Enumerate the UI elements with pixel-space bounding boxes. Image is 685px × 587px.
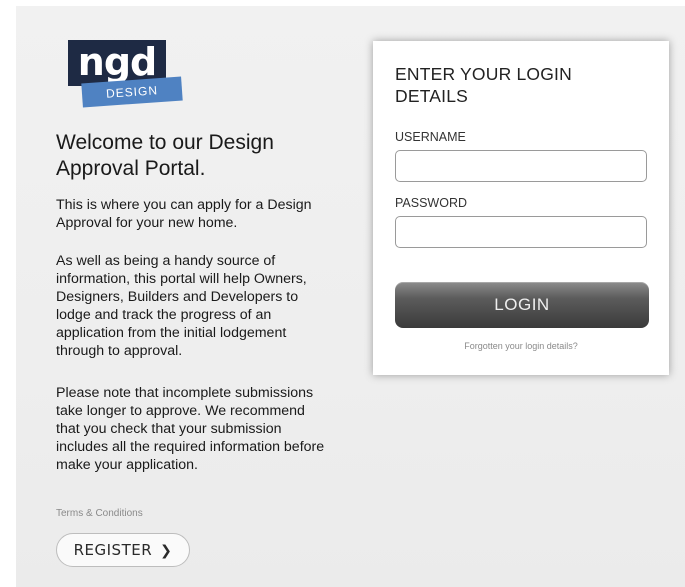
welcome-heading: Welcome to our Design Approval Portal. [56,131,274,180]
password-input[interactable] [395,216,647,248]
register-button-label: REGISTER [73,541,153,559]
login-panel: ENTER YOUR LOGIN DETAILS USERNAME PASSWO… [373,41,669,375]
login-title: ENTER YOUR LOGIN DETAILS [395,64,572,106]
username-input[interactable] [395,150,647,182]
password-label: PASSWORD [395,196,467,210]
chevron-right-icon: ❯ [160,543,173,559]
login-button[interactable]: LOGIN [395,282,649,328]
terms-conditions-link[interactable]: Terms & Conditions [56,508,143,519]
intro-paragraph-1: This is where you can apply for a Design… [56,197,312,231]
intro-paragraph-3: Please note that incomplete submissions … [56,385,325,473]
forgot-login-link[interactable]: Forgotten your login details? [373,341,669,351]
username-label: USERNAME [395,130,466,144]
register-button[interactable]: REGISTER ❯ [56,533,190,567]
intro-paragraph-2: As well as being a handy source of infor… [56,253,307,359]
ngd-design-logo[interactable]: ngd DESIGN [68,40,186,112]
page-background: ngd DESIGN Welcome to our Design Approva… [16,6,685,587]
